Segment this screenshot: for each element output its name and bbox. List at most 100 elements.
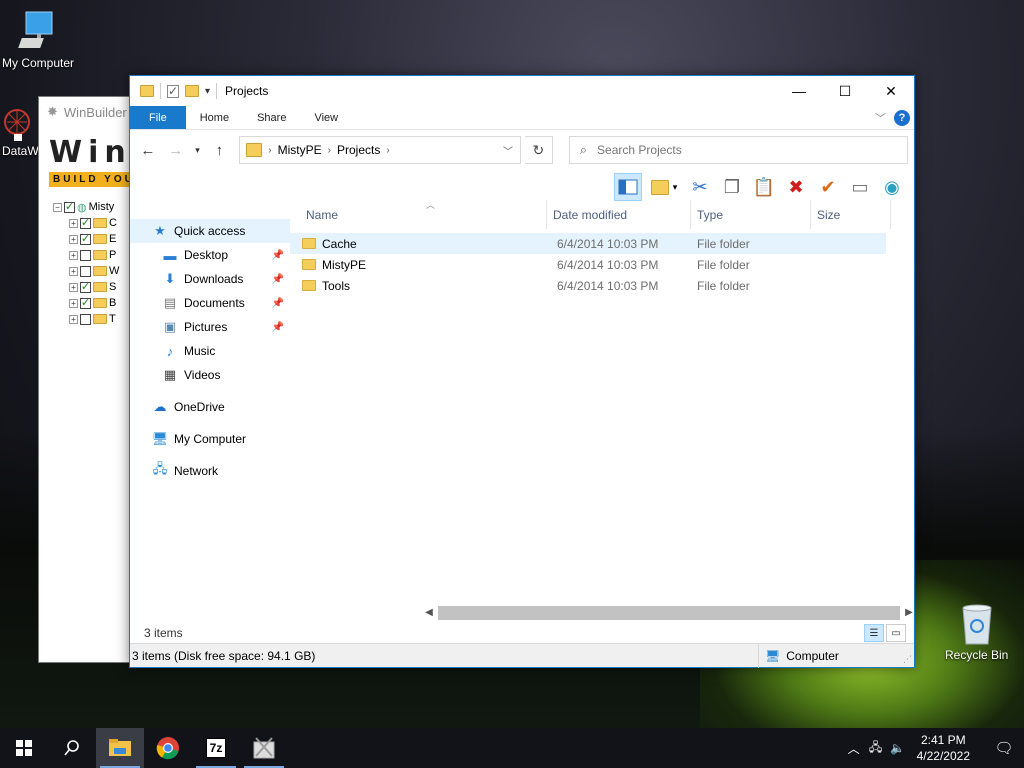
- refresh-button[interactable]: ↻: [524, 136, 553, 164]
- desktop-datawall[interactable]: DataW: [2, 108, 39, 158]
- tab-home[interactable]: Home: [186, 106, 243, 129]
- tree-checkbox[interactable]: [80, 216, 91, 229]
- pin-icon[interactable]: 📌: [272, 298, 284, 309]
- nav-quick-access-label: Quick access: [174, 224, 246, 238]
- file-row[interactable]: Cache 6/4/2014 10:03 PM File folder: [290, 233, 886, 254]
- collapse-icon[interactable]: −: [53, 202, 62, 212]
- delete-button[interactable]: ✖: [782, 173, 810, 201]
- forward-button[interactable]: →: [164, 142, 188, 159]
- expand-icon[interactable]: +: [69, 250, 78, 260]
- large-icons-view-button[interactable]: ▭: [886, 624, 906, 642]
- pin-icon[interactable]: 📌: [272, 322, 284, 333]
- tab-file[interactable]: File: [130, 106, 186, 129]
- maximize-button[interactable]: ☐: [822, 76, 868, 106]
- expand-ribbon-icon[interactable]: ﹀: [875, 110, 886, 126]
- taskbar-file-explorer[interactable]: [96, 728, 144, 768]
- expand-icon[interactable]: +: [69, 234, 78, 244]
- column-size[interactable]: Size: [811, 200, 891, 229]
- new-folder-icon[interactable]: [185, 85, 199, 97]
- file-row[interactable]: MistyPE 6/4/2014 10:03 PM File folder: [290, 254, 886, 275]
- column-name[interactable]: Name: [290, 200, 547, 229]
- up-button[interactable]: ↑: [208, 142, 232, 159]
- scroll-left-icon[interactable]: ◀: [422, 607, 436, 618]
- nav-documents[interactable]: ▤ Documents 📌: [130, 291, 290, 315]
- tree-checkbox[interactable]: [80, 313, 91, 325]
- customize-qat-icon[interactable]: ▾: [205, 86, 210, 97]
- tab-share[interactable]: Share: [243, 106, 300, 129]
- nav-desktop[interactable]: ▬ Desktop 📌: [130, 243, 290, 267]
- paste-button[interactable]: 📋: [750, 173, 778, 201]
- tree-checkbox[interactable]: [80, 296, 91, 309]
- chevron-right-icon[interactable]: ›: [328, 145, 331, 156]
- taskbar-chrome[interactable]: [144, 728, 192, 768]
- nav-music[interactable]: ♪ Music: [130, 339, 290, 363]
- tree-checkbox[interactable]: [80, 280, 91, 293]
- search-box[interactable]: ⌕: [568, 136, 908, 164]
- scrollbar-thumb[interactable]: [438, 605, 900, 620]
- search-button[interactable]: [48, 728, 96, 768]
- network-button[interactable]: ◉: [878, 173, 906, 201]
- accept-button[interactable]: ✔: [814, 173, 842, 201]
- expand-icon[interactable]: +: [69, 298, 78, 308]
- pin-icon[interactable]: 📌: [272, 274, 284, 285]
- network-status-icon[interactable]: 🖧: [865, 738, 887, 759]
- nav-quick-access[interactable]: ★ Quick access: [130, 219, 290, 243]
- expand-icon[interactable]: +: [69, 218, 78, 228]
- scroll-right-icon[interactable]: ▶: [902, 607, 916, 618]
- file-row[interactable]: Tools 6/4/2014 10:03 PM File folder: [290, 275, 886, 296]
- desktop-my-computer[interactable]: My Computer: [2, 10, 74, 70]
- taskbar-7zip[interactable]: 7z: [192, 728, 240, 768]
- desktop-recycle-bin[interactable]: Recycle Bin: [945, 600, 1008, 662]
- close-button[interactable]: ✕: [868, 76, 914, 106]
- chevron-right-icon[interactable]: ›: [268, 145, 271, 156]
- tree-checkbox[interactable]: [64, 200, 75, 213]
- help-icon[interactable]: ?: [894, 110, 910, 126]
- nav-videos[interactable]: ▦ Videos: [130, 363, 290, 387]
- search-input[interactable]: [597, 143, 858, 157]
- rename-button[interactable]: ▭: [846, 173, 874, 201]
- tab-view[interactable]: View: [300, 106, 352, 129]
- taskbar-winbuilder[interactable]: [240, 728, 288, 768]
- address-bar[interactable]: › MistyPE › Projects › ﹀: [239, 136, 521, 164]
- new-folder-button[interactable]: ▾: [646, 173, 682, 201]
- nav-network[interactable]: 🖧 Network: [130, 459, 290, 483]
- pin-icon[interactable]: 📌: [272, 250, 284, 261]
- show-hidden-icons[interactable]: ︿: [843, 740, 865, 757]
- nav-my-computer[interactable]: 🖥 My Computer: [130, 427, 290, 451]
- nav-music-label: Music: [184, 344, 216, 358]
- volume-icon[interactable]: 🔈: [887, 741, 909, 755]
- preview-pane-button[interactable]: [614, 173, 642, 201]
- tree-checkbox[interactable]: [80, 232, 91, 245]
- recent-locations-button[interactable]: ▾: [192, 145, 204, 156]
- details-view-button[interactable]: ☰: [864, 624, 884, 642]
- start-button[interactable]: [0, 728, 48, 768]
- resize-grip-icon[interactable]: ⋰: [903, 654, 912, 665]
- cut-button[interactable]: ✂: [686, 173, 714, 201]
- file-list[interactable]: ︿ Name Date modified Type Size Cache 6/4/…: [290, 200, 914, 606]
- chevron-right-icon[interactable]: ›: [386, 145, 389, 156]
- breadcrumb-mistype[interactable]: MistyPE: [278, 143, 322, 157]
- notification-center-icon[interactable]: 🗨: [984, 739, 1024, 757]
- tree-checkbox[interactable]: [80, 265, 91, 277]
- nav-pictures[interactable]: ▣ Pictures 📌: [130, 315, 290, 339]
- tree-checkbox[interactable]: [80, 249, 91, 261]
- back-button[interactable]: ←: [136, 142, 160, 159]
- properties-icon[interactable]: ✓: [167, 84, 179, 98]
- address-dropdown-icon[interactable]: ﹀: [496, 143, 520, 158]
- breadcrumb-projects[interactable]: Projects: [337, 143, 380, 157]
- copy-button[interactable]: ❐: [718, 173, 746, 201]
- column-date-modified[interactable]: Date modified: [547, 200, 691, 229]
- nav-onedrive[interactable]: ☁ OneDrive: [130, 395, 290, 419]
- explorer-titlebar[interactable]: ✓ ▾ Projects — ☐ ✕: [130, 76, 914, 106]
- expand-icon[interactable]: +: [69, 282, 78, 292]
- explorer-window[interactable]: ✓ ▾ Projects — ☐ ✕ File Home Share View …: [129, 75, 915, 668]
- horizontal-scrollbar[interactable]: ◀ ▶: [422, 604, 916, 621]
- minimize-button[interactable]: —: [776, 76, 822, 106]
- expand-icon[interactable]: +: [69, 266, 78, 276]
- expand-icon[interactable]: +: [69, 314, 78, 324]
- nav-downloads[interactable]: ⬇ Downloads 📌: [130, 267, 290, 291]
- clock[interactable]: 2:41 PM 4/22/2022: [917, 732, 970, 764]
- file-name: Tools: [322, 278, 351, 293]
- navigation-pane[interactable]: ★ Quick access ▬ Desktop 📌 ⬇ Downloads 📌…: [130, 200, 290, 606]
- column-type[interactable]: Type: [691, 200, 811, 229]
